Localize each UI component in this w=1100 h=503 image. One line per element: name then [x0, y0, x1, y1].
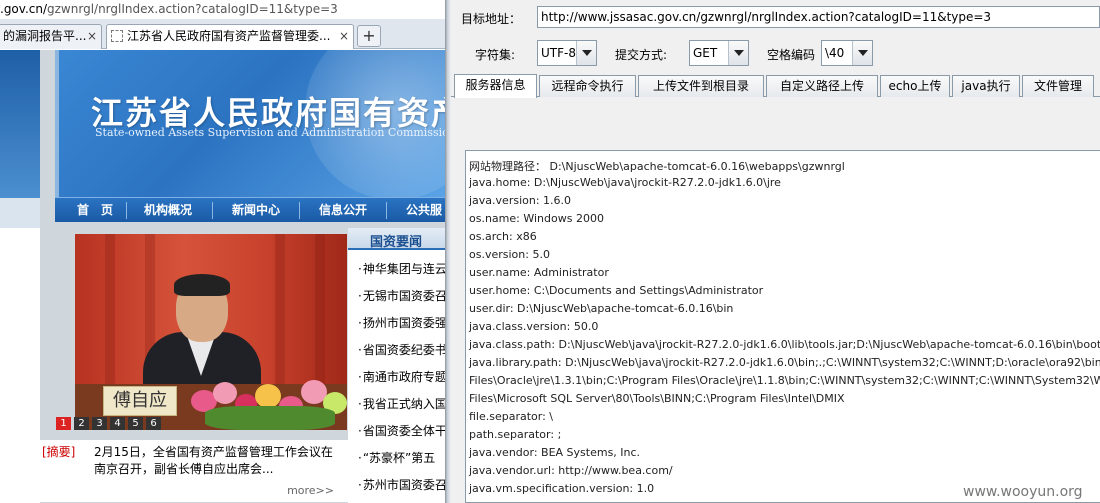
space-encoding-value: \40: [825, 46, 845, 60]
tab-remote-command[interactable]: 远程命令执行: [539, 75, 636, 97]
news-item[interactable]: 省国资委纪委书: [358, 341, 445, 358]
address-path: gzwnrgl/nrglIndex.action?catalogID=11&ty…: [47, 2, 338, 16]
tab-echo-upload[interactable]: echo上传: [880, 75, 950, 97]
info-line: os.name: Windows 2000: [469, 212, 604, 225]
chevron-down-icon[interactable]: [852, 41, 872, 65]
tab-custom-path-upload[interactable]: 自定义路径上传: [766, 75, 878, 97]
tab-label: 的漏洞报告平...: [3, 29, 87, 43]
exploit-tool-window: 目标地址： http://www.jssasac.gov.cn/gzwnrgl/…: [451, 0, 1100, 503]
abstract-tag: [摘要]: [42, 445, 76, 459]
info-line: java.class.path: D:\NjuscWeb\java\jrocki…: [469, 338, 1100, 351]
watermark: www.wooyun.org: [963, 484, 1083, 500]
info-line: os.version: 5.0: [469, 248, 550, 261]
info-line: path.separator: ;: [469, 428, 562, 441]
nav-public-service[interactable]: 公共服: [406, 198, 442, 223]
news-item[interactable]: 扬州市国资委强: [358, 314, 445, 331]
tab-java-exec[interactable]: java执行: [952, 75, 1020, 97]
address-domain: .gov.cn/: [0, 2, 48, 16]
close-icon[interactable]: ×: [339, 25, 349, 47]
site-nav: 首 页 机构概况 新闻中心 信息公开 公共服: [55, 197, 445, 222]
tool-tab-strip: 服务器信息 远程命令执行 上传文件到根目录 自定义路径上传 echo上传 jav…: [451, 74, 1100, 98]
info-line: Files\Microsoft SQL Server\80\Tools\BINN…: [469, 392, 845, 405]
news-item[interactable]: 苏州市国资委召: [358, 476, 445, 493]
flower-arrangement: [185, 376, 347, 430]
nameplate: 傅自应: [103, 386, 177, 416]
news-item[interactable]: 省国资委全体干: [358, 422, 445, 439]
nav-about[interactable]: 机构概况: [144, 198, 192, 223]
method-select[interactable]: GET: [689, 40, 749, 66]
info-line: 网站物理路径： D:\NjuscWeb\apache-tomcat-6.0.16…: [469, 160, 845, 173]
news-item[interactable]: 无锡市国资委召: [358, 287, 445, 304]
news-column: 国资要闻 神华集团与连云 无锡市国资委召 扬州市国资委强 省国资委纪委书 南通市…: [348, 228, 445, 503]
charset-select[interactable]: UTF-8: [537, 40, 597, 66]
page-left-gutter: [0, 50, 40, 503]
browser-window: .gov.cn/gzwnrgl/nrglIndex.action?catalog…: [0, 0, 445, 503]
site-banner: 江苏省人民政府国有资产监 State-owned Assets Supervis…: [55, 50, 445, 198]
info-line: java.home: D:\NjuscWeb\java\jrockit-R27.…: [469, 176, 781, 189]
news-item[interactable]: 神华集团与连云: [358, 260, 445, 277]
info-line: java.vendor: BEA Systems, Inc.: [469, 446, 641, 459]
chevron-down-icon[interactable]: [728, 41, 748, 65]
info-line: file.separator: \: [469, 410, 554, 423]
method-label: 提交方式:: [615, 48, 668, 62]
slide-5-button[interactable]: 5: [128, 417, 143, 430]
tab-upload-root[interactable]: 上传文件到根目录: [638, 75, 764, 97]
space-encoding-label: 空格编码: [767, 48, 816, 62]
info-line: java.class.version: 50.0: [469, 320, 599, 333]
info-line: java.vendor.url: http://www.bea.com/: [469, 464, 673, 477]
slide-2-button[interactable]: 2: [74, 417, 89, 430]
webpage-viewport: 江苏省人民政府国有资产监 State-owned Assets Supervis…: [0, 50, 445, 503]
browser-tab-jssasac[interactable]: 江苏省人民政府国有资产监督管理委... ×: [106, 24, 354, 49]
target-url-input[interactable]: http://www.jssasac.gov.cn/gzwnrgl/nrglIn…: [537, 6, 1100, 28]
page-icon: [111, 30, 123, 42]
info-line: user.home: C:\Documents and Settings\Adm…: [469, 284, 764, 297]
charset-value: UTF-8: [541, 46, 576, 60]
nav-news[interactable]: 新闻中心: [232, 198, 280, 223]
tab-file-manager[interactable]: 文件管理: [1022, 75, 1094, 97]
info-line: user.dir: D:\NjuscWeb\apache-tomcat-6.0.…: [469, 302, 734, 315]
slide-1-button[interactable]: 1: [56, 417, 71, 430]
slide-4-button[interactable]: 4: [110, 417, 125, 430]
slide-6-button[interactable]: 6: [146, 417, 161, 430]
nav-disclosure[interactable]: 信息公开: [319, 198, 367, 223]
browser-tab-strip: 的漏洞报告平... × 江苏省人民政府国有资产监督管理委... × +: [0, 19, 445, 49]
tab-server-info[interactable]: 服务器信息: [454, 74, 537, 98]
news-item[interactable]: “苏豪杯”第五: [358, 449, 445, 466]
info-line: java.version: 1.6.0: [469, 194, 572, 207]
info-line: Files\Oracle\jre\1.3.1\bin;C:\Program Fi…: [469, 374, 1100, 387]
info-line: os.arch: x86: [469, 230, 537, 243]
close-icon[interactable]: ×: [87, 25, 97, 47]
space-encoding-select[interactable]: \40: [821, 40, 873, 66]
news-abstract: [摘要] 2月15日，全省国有资产监督管理工作会议在南京召开，副省长傅自应出席会…: [40, 440, 348, 486]
news-photo[interactable]: 傅自应: [75, 234, 347, 430]
new-tab-button[interactable]: +: [357, 25, 381, 47]
news-column-header: 国资要闻: [348, 228, 445, 250]
news-item[interactable]: 我省正式纳入国: [358, 395, 445, 412]
browser-tab-report[interactable]: 的漏洞报告平... ×: [0, 24, 102, 49]
address-bar[interactable]: .gov.cn/gzwnrgl/nrglIndex.action?catalog…: [0, 0, 445, 19]
method-value: GET: [693, 46, 718, 60]
site-title-en: State-owned Assets Supervision and Admin…: [95, 126, 445, 139]
target-label: 目标地址：: [461, 12, 522, 26]
more-link-row: more>>: [40, 482, 348, 502]
tab-label: 江苏省人民政府国有资产监督管理委...: [127, 29, 331, 43]
slide-3-button[interactable]: 3: [92, 417, 107, 430]
info-line: java.library.path: D:\NjuscWeb\java\jroc…: [469, 356, 1100, 369]
chevron-down-icon[interactable]: [576, 41, 596, 65]
info-line: java.vm.specification.version: 1.0: [469, 482, 655, 495]
server-info-output[interactable]: 网站物理路径： D:\NjuscWeb\apache-tomcat-6.0.16…: [465, 150, 1100, 503]
info-line: user.name: Administrator: [469, 266, 609, 279]
nav-home[interactable]: 首 页: [77, 198, 113, 223]
more-link[interactable]: more>>: [287, 484, 334, 497]
news-item[interactable]: 南通市政府专题: [358, 368, 445, 385]
abstract-text[interactable]: 2月15日，全省国有资产监督管理工作会议在南京召开，副省长傅自应出席会...: [94, 444, 344, 478]
charset-label: 字符集:: [475, 48, 516, 62]
